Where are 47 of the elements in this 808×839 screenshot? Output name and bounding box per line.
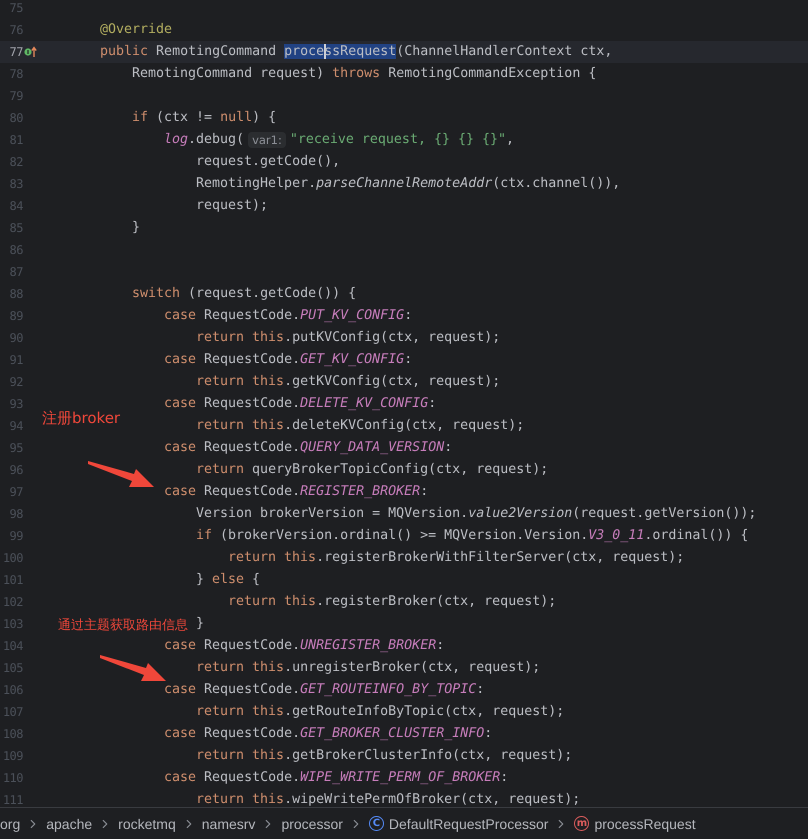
override-marker-icon[interactable]	[24, 46, 37, 58]
code-line: return this.registerBrokerWithFilterServer(ctx, request);	[228, 549, 684, 567]
breadcrumb-item[interactable]: namesrv	[202, 816, 256, 832]
code-line: return this.getRouteInfoByTopic(ctx, request);	[196, 703, 564, 721]
code-line: case RequestCode.GET_BROKER_CLUSTER_INFO:	[164, 725, 492, 743]
code-line: switch (request.getCode()) {	[132, 285, 356, 303]
code-line: return this.registerBroker(ctx, request);	[228, 593, 556, 611]
code-line: request);	[196, 197, 268, 215]
code-line: return queryBrokerTopicConfig(ctx, request);	[196, 461, 548, 479]
parameter-hint: var1:	[248, 132, 286, 148]
code-line: request.getCode(),	[196, 153, 340, 171]
annotation-note: 通过主题获取路由信息	[58, 617, 188, 634]
code-line: return this.getKVConfig(ctx, request);	[196, 373, 500, 391]
code-line: "receive request, {} {} {}",	[290, 131, 514, 149]
code-line: case RequestCode.GET_ROUTEINFO_BY_TOPIC:	[164, 681, 484, 699]
arrow-icon	[88, 461, 154, 487]
breadcrumb-item[interactable]: m processRequest	[574, 816, 696, 832]
code-line: log.debug(	[164, 131, 244, 149]
arrow-icon	[100, 655, 166, 681]
code-line: } else {	[196, 571, 260, 589]
code-line: case RequestCode.QUERY_DATA_VERSION:	[164, 439, 452, 457]
code-line: RemotingCommand request) throws RemotingCommandException {	[132, 65, 596, 83]
code-line: case RequestCode.WIPE_WRITE_PERM_OF_BROKER:	[164, 769, 508, 787]
code-line: if (brokerVersion.ordinal() >= MQVersion.Version.V3_0_11.ordinal()) {	[196, 527, 748, 545]
code-line: case RequestCode.REGISTER_BROKER:	[164, 483, 428, 501]
code-line: case RequestCode.DELETE_KV_CONFIG:	[164, 395, 436, 413]
line-number: 77	[8, 45, 23, 59]
breadcrumb-item[interactable]: org	[0, 816, 20, 832]
breadcrumb-item[interactable]: rocketmq	[118, 816, 176, 832]
breadcrumb-item[interactable]: apache	[46, 816, 92, 832]
code-line: case RequestCode.PUT_KV_CONFIG:	[164, 307, 412, 325]
code-line: return this.getBrokerClusterInfo(ctx, request);	[196, 747, 572, 765]
code-line: return this.deleteKVConfig(ctx, request);	[196, 417, 524, 435]
code-line: case RequestCode.GET_KV_CONFIG:	[164, 351, 412, 369]
code-line: case RequestCode.UNREGISTER_BROKER:	[164, 637, 444, 655]
breadcrumb-item[interactable]: C DefaultRequestProcessor	[368, 816, 548, 832]
code-line: }	[196, 615, 204, 633]
breadcrumb-item[interactable]: processor	[281, 816, 343, 832]
annotation-note: 注册broker	[42, 409, 120, 428]
code-line: }	[132, 219, 140, 237]
code-line: if (ctx != null) {	[132, 109, 276, 127]
code-line: return this.unregisterBroker(ctx, request);	[196, 659, 540, 677]
code-line: return this.putKVConfig(ctx, request);	[196, 329, 500, 347]
code-line: RemotingHelper.parseChannelRemoteAddr(ctx.channel()),	[196, 175, 620, 193]
code-line: return this.wipeWritePermOfBroker(ctx, request);	[196, 791, 580, 807]
code-line: Version brokerVersion = MQVersion.value2Version(request.getVersion());	[196, 505, 756, 523]
code-line: @Override	[100, 21, 172, 39]
